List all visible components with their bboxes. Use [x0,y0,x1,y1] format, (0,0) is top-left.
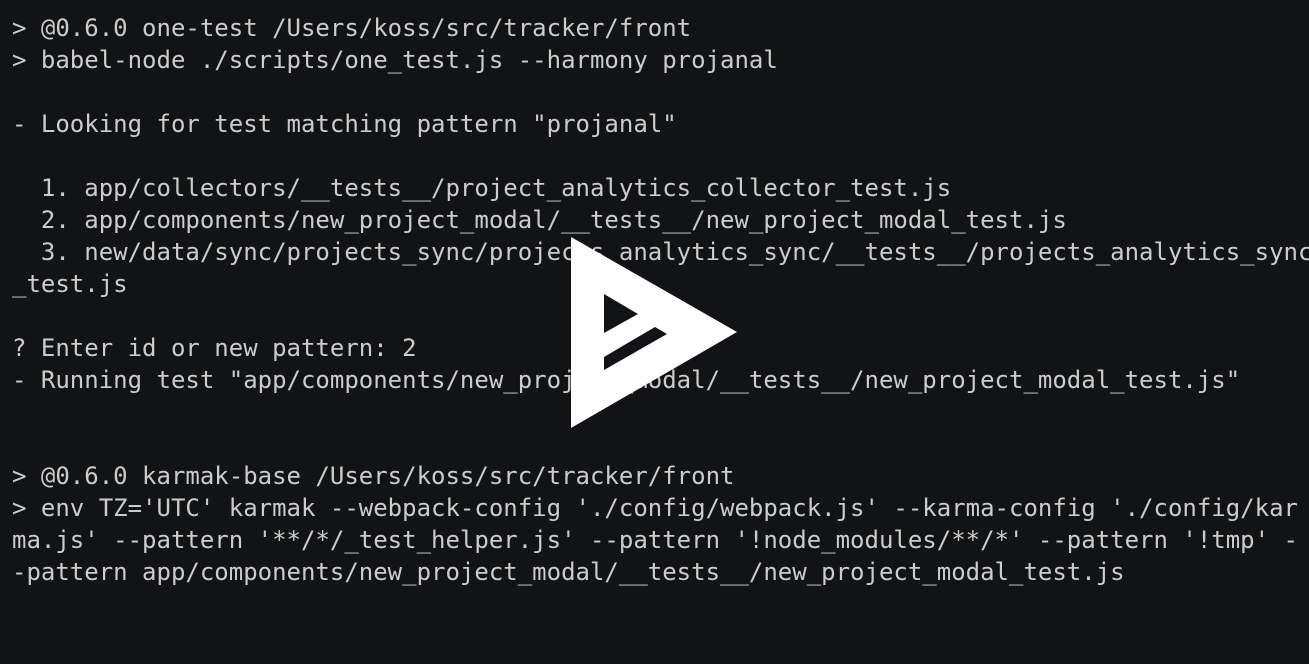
terminal-line: > @0.6.0 one-test /Users/koss/src/tracke… [12,14,692,42]
terminal-line: -pattern app/components/new_project_moda… [12,558,1125,586]
asciinema-play-icon [571,237,737,428]
terminal-line: - Looking for test matching pattern "pro… [12,110,677,138]
terminal-line: > @0.6.0 karmak-base /Users/koss/src/tra… [12,462,735,490]
terminal-line: 1. app/collectors/__tests__/project_anal… [12,174,952,202]
terminal-line: > env TZ='UTC' karmak --webpack-config '… [12,494,1298,522]
play-button[interactable] [564,232,744,432]
terminal-line: > babel-node ./scripts/one_test.js --har… [12,46,778,74]
terminal-line: ma.js' --pattern '**/*/_test_helper.js' … [12,526,1298,554]
